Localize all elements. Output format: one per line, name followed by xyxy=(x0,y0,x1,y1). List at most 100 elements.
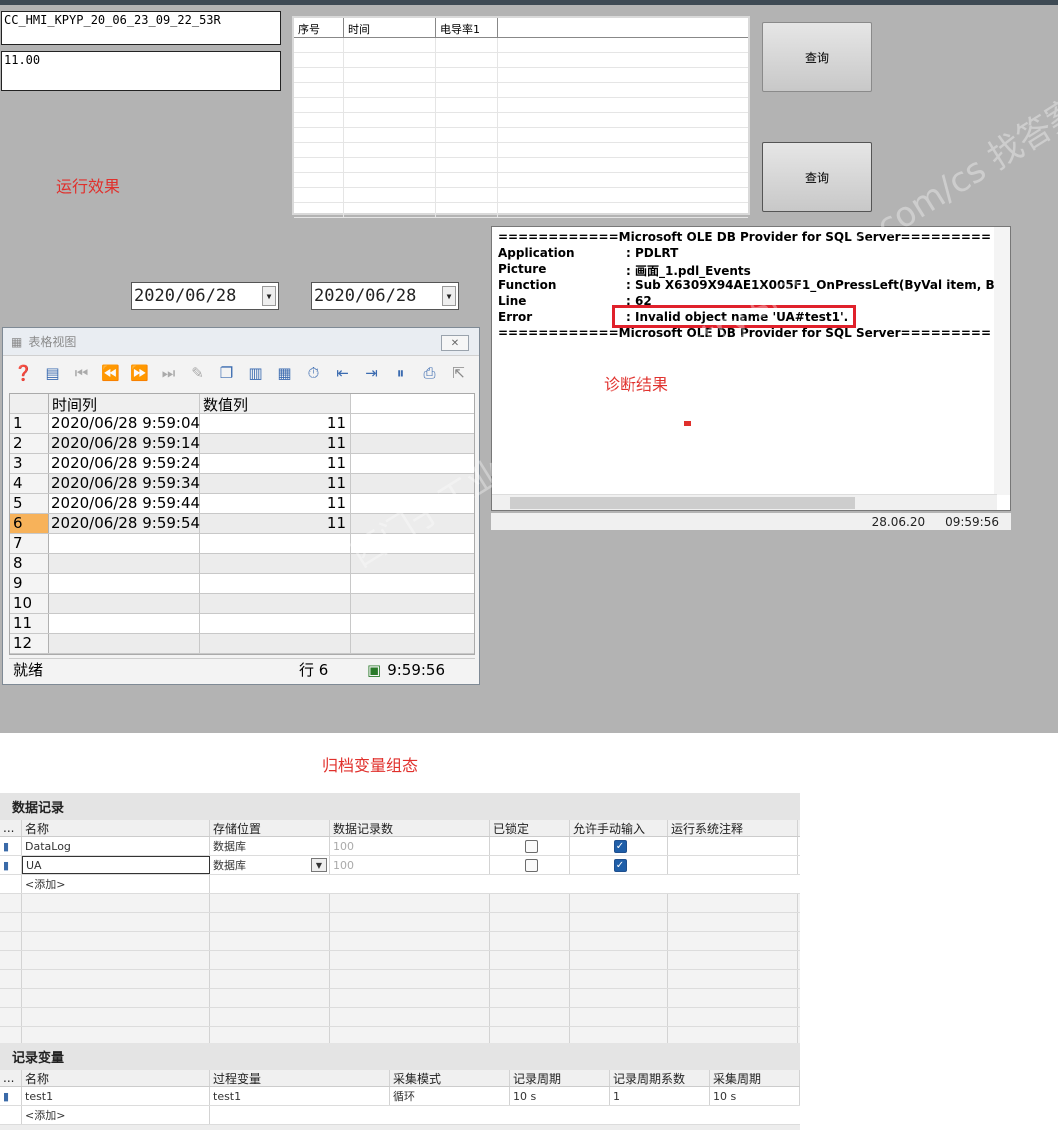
query-grid-row[interactable] xyxy=(294,203,748,218)
col-seq: 序号 xyxy=(294,18,344,37)
row-value xyxy=(200,634,351,653)
edit-icon[interactable]: ✎ xyxy=(185,361,210,386)
help-icon[interactable]: ❓ xyxy=(11,361,36,386)
table-row[interactable]: ▮ UA 数据库 ▼ 100 ✓ xyxy=(0,856,800,875)
move-left-icon[interactable]: ⇤ xyxy=(330,361,355,386)
empty-row xyxy=(0,913,800,932)
grid-icon: ▦ xyxy=(11,334,23,349)
record-storage[interactable]: 数据库 xyxy=(210,837,330,855)
query-grid-row[interactable] xyxy=(294,68,748,83)
table-row[interactable]: 2 2020/06/28 9:59:14 11 xyxy=(10,434,474,454)
query-grid-row[interactable] xyxy=(294,83,748,98)
record-vars-title: 记录变量 xyxy=(0,1043,800,1070)
row-time xyxy=(49,554,200,573)
record-name[interactable]: DataLog xyxy=(22,837,210,855)
runtime-comment[interactable] xyxy=(668,837,798,855)
close-icon[interactable]: ✕ xyxy=(441,335,469,351)
row-time xyxy=(49,614,200,633)
horizontal-scrollbar[interactable] xyxy=(492,494,997,510)
record-count[interactable]: 100 xyxy=(330,856,490,874)
record-storage[interactable]: 数据库 ▼ xyxy=(210,856,330,874)
query-grid-row[interactable] xyxy=(294,98,748,113)
var-process[interactable]: test1 xyxy=(210,1087,390,1105)
value-textbox[interactable]: 11.00 xyxy=(1,51,281,91)
manual-input-checkbox[interactable]: ✓ xyxy=(613,839,627,853)
chevron-down-icon[interactable]: ▼ xyxy=(262,286,276,306)
query-grid[interactable]: 序号 时间 电导率1 xyxy=(292,16,750,218)
table-row[interactable]: 5 2020/06/28 9:59:44 11 xyxy=(10,494,474,514)
record-vars-col: 名称 xyxy=(22,1070,210,1086)
query-grid-row[interactable] xyxy=(294,128,748,143)
row-number: 5 xyxy=(10,494,49,513)
copy-icon[interactable]: ❐ xyxy=(214,361,239,386)
prev-icon[interactable]: ⏪ xyxy=(98,361,123,386)
chevron-down-icon[interactable]: ▼ xyxy=(311,858,327,872)
table-row[interactable]: ▮ DataLog 数据库 100 ✓ xyxy=(0,837,800,856)
add-label[interactable]: <添加> xyxy=(22,1106,210,1124)
archive-name-textbox[interactable]: CC_HMI_KPYP_20_06_23_09_22_53R xyxy=(1,11,281,45)
add-row[interactable]: <添加> xyxy=(0,875,800,894)
chevron-down-icon[interactable]: ▼ xyxy=(442,286,456,306)
diag-key: Application xyxy=(498,246,575,260)
query-grid-row[interactable] xyxy=(294,158,748,173)
table-view-grid[interactable]: 时间列 数值列 1 2020/06/28 9:59:04 11 2 2020/06/28… xyxy=(9,393,475,655)
record-storage-value: 数据库 xyxy=(213,859,246,872)
table-row[interactable]: 3 2020/06/28 9:59:24 11 xyxy=(10,454,474,474)
columns-icon[interactable]: ▦ xyxy=(272,361,297,386)
date-from-picker[interactable]: 2020/06/28 ▼ xyxy=(131,282,279,310)
query-grid-row[interactable] xyxy=(294,38,748,53)
table-row[interactable]: 10 xyxy=(10,594,474,614)
var-period[interactable]: 10 s xyxy=(510,1087,610,1105)
query-grid-row[interactable] xyxy=(294,188,748,203)
query-button-2[interactable]: 查询 xyxy=(762,142,872,212)
diag-key: Picture xyxy=(498,262,547,276)
add-row[interactable]: <添加> xyxy=(0,1106,800,1125)
print-icon[interactable]: ⎙ xyxy=(417,361,442,386)
locked-checkbox[interactable] xyxy=(524,858,538,872)
add-label[interactable]: <添加> xyxy=(22,875,210,893)
row-value: 11 xyxy=(200,414,351,433)
last-icon[interactable]: ⏭ xyxy=(156,361,181,386)
scroll-thumb[interactable] xyxy=(510,497,855,509)
record-name[interactable]: UA xyxy=(22,856,210,874)
vertical-scrollbar[interactable] xyxy=(994,227,1010,495)
table-row[interactable]: 7 xyxy=(10,534,474,554)
diag-value: : PDLRT xyxy=(626,246,679,260)
first-icon[interactable]: ⏮ xyxy=(69,361,94,386)
move-right-icon[interactable]: ⇥ xyxy=(359,361,384,386)
record-count[interactable]: 100 xyxy=(330,837,490,855)
query-grid-row[interactable] xyxy=(294,173,748,188)
var-name[interactable]: test1 xyxy=(22,1087,210,1105)
diagnostic-statusbar: 28.06.20 09:59:56 xyxy=(491,513,1011,530)
record-vars-col: 记录周期系数 xyxy=(610,1070,710,1086)
var-acq[interactable]: 10 s xyxy=(710,1087,800,1105)
table-row[interactable]: 12 xyxy=(10,634,474,654)
table-row[interactable]: 4 2020/06/28 9:59:34 11 xyxy=(10,474,474,494)
query-grid-row[interactable] xyxy=(294,143,748,158)
timer-icon[interactable]: ⏱ xyxy=(301,361,326,386)
query-button-1[interactable]: 查询 xyxy=(762,22,872,92)
locked-checkbox[interactable] xyxy=(524,839,538,853)
var-factor[interactable]: 1 xyxy=(610,1087,710,1105)
export-icon[interactable]: ⇱ xyxy=(446,361,471,386)
config-icon[interactable]: ▤ xyxy=(40,361,65,386)
table-row[interactable]: ▮ test1 test1 循环 10 s 1 10 s xyxy=(0,1087,800,1106)
var-mode[interactable]: 循环 xyxy=(390,1087,510,1105)
date-to-picker[interactable]: 2020/06/28 ▼ xyxy=(311,282,459,310)
query-grid-row[interactable] xyxy=(294,53,748,68)
pause-icon[interactable]: ⏸ xyxy=(388,361,413,386)
runtime-comment[interactable] xyxy=(668,856,798,874)
table-row[interactable]: 6 2020/06/28 9:59:54 11 xyxy=(10,514,474,534)
next-icon[interactable]: ⏩ xyxy=(127,361,152,386)
table-row[interactable]: 8 xyxy=(10,554,474,574)
row-time xyxy=(49,574,200,593)
col-time-header: 时间列 xyxy=(49,394,200,414)
manual-input-checkbox[interactable]: ✓ xyxy=(613,858,627,872)
table-row[interactable]: 1 2020/06/28 9:59:04 11 xyxy=(10,414,474,434)
select-archive-icon[interactable]: ▥ xyxy=(243,361,268,386)
diag-key: Line xyxy=(498,294,527,308)
table-row[interactable]: 9 xyxy=(10,574,474,594)
table-row[interactable]: 11 xyxy=(10,614,474,634)
row-number: 4 xyxy=(10,474,49,493)
query-grid-row[interactable] xyxy=(294,113,748,128)
